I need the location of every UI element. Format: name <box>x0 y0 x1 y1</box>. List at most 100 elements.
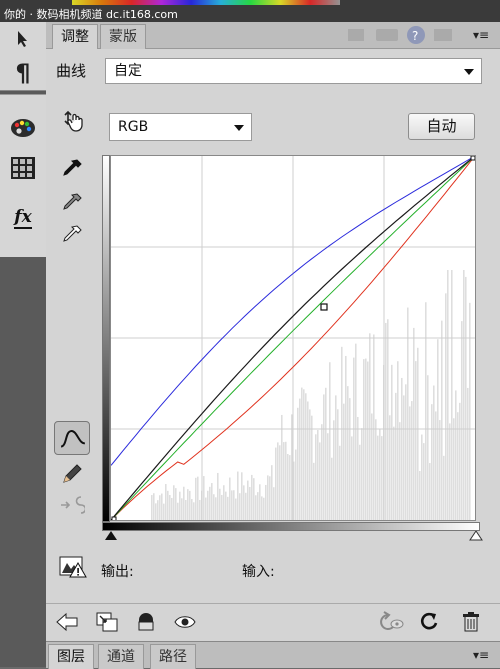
black-point-slider[interactable] <box>104 531 118 541</box>
histogram-bar <box>447 270 449 520</box>
palette-icon[interactable] <box>0 111 46 145</box>
histogram-bar <box>437 339 439 520</box>
histogram-bar <box>365 358 367 520</box>
auto-button[interactable]: 自动 <box>408 113 475 140</box>
arrow-icon[interactable] <box>0 22 46 56</box>
histogram-bar <box>177 502 179 520</box>
histogram-bar <box>389 415 391 520</box>
histogram-bar <box>315 434 317 520</box>
clipping-warning-icon[interactable] <box>59 553 87 581</box>
curve-control-point[interactable] <box>320 303 328 311</box>
histogram-bar <box>363 359 365 520</box>
tab-adjustments[interactable]: 调整 <box>52 24 98 49</box>
window-title-strip: 你的 · 数码相机频道 dc.it168.com <box>0 0 500 22</box>
curve-point-tool-icon[interactable] <box>54 421 90 455</box>
curves-title: 曲线 <box>56 62 87 80</box>
histogram-bar <box>319 442 321 520</box>
eyedropper-black-icon[interactable] <box>54 153 90 187</box>
histogram-bar <box>463 270 465 520</box>
tab-masks[interactable]: 蒙版 <box>100 24 146 49</box>
layers-panel-menu-button[interactable]: ▾≡ <box>470 646 492 664</box>
histogram-bar <box>323 394 325 520</box>
histogram-bar <box>419 470 421 520</box>
histogram-bar <box>197 476 199 520</box>
histogram <box>151 270 471 520</box>
histogram-bar <box>421 434 423 520</box>
curve-graph[interactable] <box>110 155 476 521</box>
view-previous-state-icon[interactable] <box>379 609 405 635</box>
reset-icon[interactable] <box>416 609 442 635</box>
histogram-bar <box>409 406 411 520</box>
histogram-bar <box>297 407 299 520</box>
panel-bottom-bar <box>46 603 500 642</box>
histogram-bar <box>337 409 339 520</box>
eyedropper-white-icon[interactable] <box>54 219 90 253</box>
histogram-bar <box>161 493 163 520</box>
histogram-bar <box>299 398 301 520</box>
preset-select[interactable]: 自定 <box>105 58 482 84</box>
histogram-bar <box>167 490 169 520</box>
svg-text:?: ? <box>412 29 418 43</box>
histogram-bar <box>343 403 345 520</box>
histogram-bar <box>453 418 455 520</box>
panel-menu-button[interactable]: ▾≡ <box>470 26 492 44</box>
histogram-bar <box>467 387 469 520</box>
histogram-bar <box>433 385 435 520</box>
histogram-bar <box>373 334 375 520</box>
histogram-bar <box>217 472 219 520</box>
back-arrow-icon[interactable] <box>54 609 80 635</box>
eye-icon[interactable] <box>172 609 198 635</box>
eyedropper-gray-icon[interactable] <box>54 187 90 221</box>
channel-select[interactable]: RGB <box>109 113 252 141</box>
histogram-bar <box>425 302 427 520</box>
histogram-bar <box>205 497 207 520</box>
chevron-down-icon <box>464 69 474 75</box>
histogram-bar <box>227 496 229 520</box>
histogram-bar <box>381 436 383 520</box>
histogram-bar <box>331 457 333 520</box>
histogram-bar <box>249 486 251 520</box>
channel-value: RGB <box>118 119 149 135</box>
swatches-icon[interactable] <box>0 151 46 185</box>
histogram-bar <box>183 486 185 520</box>
histogram-bar <box>395 392 397 520</box>
histogram-bar <box>309 409 311 520</box>
fx-glyph: fx <box>14 207 32 229</box>
clip-to-layer-icon[interactable] <box>94 609 120 635</box>
histogram-bar <box>159 495 161 520</box>
histogram-bar <box>441 320 443 520</box>
histogram-bar <box>175 488 177 520</box>
histogram-bar <box>163 503 165 520</box>
histogram-bar <box>193 502 195 520</box>
histogram-bar <box>157 500 159 520</box>
keyboard-help-icons[interactable]: ? <box>346 25 456 45</box>
paragraph-icon[interactable]: ¶ <box>0 56 46 90</box>
curve-graph-svg[interactable] <box>111 156 475 520</box>
histogram-bar <box>247 480 249 520</box>
histogram-bar <box>345 355 347 520</box>
histogram-bar <box>245 492 247 520</box>
tab-paths[interactable]: 路径 <box>150 644 196 669</box>
histogram-bar <box>191 499 193 520</box>
histogram-bar <box>261 496 263 520</box>
layer-visibility-mask-icon[interactable] <box>133 609 159 635</box>
trash-icon[interactable] <box>458 609 484 635</box>
histogram-bar <box>341 346 343 520</box>
histogram-bar <box>339 445 341 520</box>
histogram-bar <box>281 414 283 520</box>
histogram-bar <box>429 463 431 520</box>
white-point-slider[interactable] <box>469 531 483 541</box>
histogram-bar <box>221 494 223 520</box>
histogram-bar <box>291 414 293 520</box>
curve-endpoint-white[interactable] <box>470 156 475 161</box>
fx-icon[interactable]: fx <box>0 201 46 235</box>
on-image-adjust-icon[interactable] <box>54 104 90 138</box>
histogram-bar <box>267 475 269 520</box>
tab-layers[interactable]: 图层 <box>48 644 94 669</box>
tab-channels[interactable]: 通道 <box>98 644 144 669</box>
window-title: 你的 · 数码相机频道 dc.it168.com <box>4 8 178 21</box>
curve-endpoint-black[interactable] <box>111 516 117 520</box>
pencil-icon[interactable] <box>54 457 90 491</box>
histogram-bar <box>313 462 315 520</box>
histogram-bar <box>179 491 181 520</box>
